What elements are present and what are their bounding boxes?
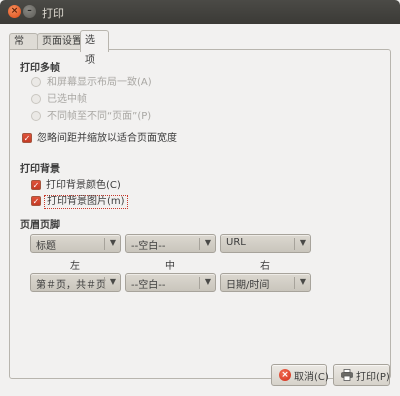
checkbox-label: 打印背景颜色(C): [46, 180, 121, 191]
select-divider: [199, 238, 200, 250]
chevron-down-icon: ▼: [204, 277, 211, 286]
chevron-down-icon: ▼: [109, 238, 116, 247]
select-value: 标题: [36, 241, 56, 252]
checkmark-icon: ✓: [31, 180, 41, 190]
header-right-select[interactable]: URL ▼: [220, 234, 311, 253]
column-label-left: 左: [70, 261, 80, 272]
chevron-down-icon: ▼: [109, 277, 116, 286]
footer-right-select[interactable]: 日期/时间 ▼: [220, 273, 311, 292]
select-value: --空白--: [131, 241, 166, 252]
select-value: --空白--: [131, 280, 166, 291]
radio-button: [31, 94, 41, 104]
background-title: 打印背景: [20, 164, 60, 175]
select-divider: [104, 277, 105, 289]
radio-label: 不同帧至不同“页面”(P): [47, 111, 152, 122]
multi-frame-title: 打印多帧: [20, 63, 60, 74]
cancel-button[interactable]: × 取消(C): [271, 364, 329, 386]
footer-center-select[interactable]: --空白-- ▼: [125, 273, 216, 292]
radio-button: [31, 111, 41, 121]
header-footer-title: 页眉页脚: [20, 220, 60, 231]
chevron-down-icon: ▼: [204, 238, 211, 247]
checkmark-icon: ✓: [31, 196, 41, 206]
radio-button: [31, 77, 41, 87]
tab-options[interactable]: 选项: [80, 30, 109, 66]
print-label: 打印(P): [356, 372, 390, 383]
cancel-icon: ×: [279, 369, 291, 381]
chevron-down-icon: ▼: [299, 277, 306, 286]
header-center-select[interactable]: --空白-- ▼: [125, 234, 216, 253]
checkbox-label: 打印背景图片(m): [44, 195, 128, 209]
cancel-label: 取消(C): [294, 372, 329, 383]
radio-label: 已选中帧: [47, 94, 87, 105]
header-left-select[interactable]: 标题 ▼: [30, 234, 121, 253]
column-label-center: 中: [165, 261, 175, 272]
radio-label: 和屏幕显示布局一致(A): [47, 77, 152, 88]
print-button[interactable]: 打印(P): [333, 364, 390, 386]
column-label-right: 右: [260, 261, 270, 272]
window-title: 打印: [42, 7, 64, 20]
minimize-icon[interactable]: –: [23, 5, 36, 18]
options-panel: 打印多帧 和屏幕显示布局一致(A) 已选中帧 不同帧至不同“页面”(P) ✓ 忽…: [9, 49, 391, 379]
checkbox-label: 忽略间距并缩放以适合页面宽度: [37, 133, 177, 144]
footer-left-select[interactable]: 第＃页，共＃页 ▼: [30, 273, 121, 292]
select-value: URL: [226, 237, 246, 248]
select-divider: [199, 277, 200, 289]
select-value: 日期/时间: [226, 280, 270, 291]
select-value: 第＃页，共＃页: [36, 280, 106, 291]
checkmark-icon: ✓: [22, 133, 32, 143]
title-bar: × – 打印: [0, 0, 400, 24]
select-divider: [294, 238, 295, 250]
chevron-down-icon: ▼: [299, 238, 306, 247]
select-divider: [294, 277, 295, 289]
dialog-body: 常规 页面设置 选项 打印多帧 和屏幕显示布局一致(A) 已选中帧 不同帧至不同…: [0, 24, 400, 396]
printer-icon: [341, 369, 353, 381]
select-divider: [104, 238, 105, 250]
close-icon[interactable]: ×: [8, 5, 21, 18]
